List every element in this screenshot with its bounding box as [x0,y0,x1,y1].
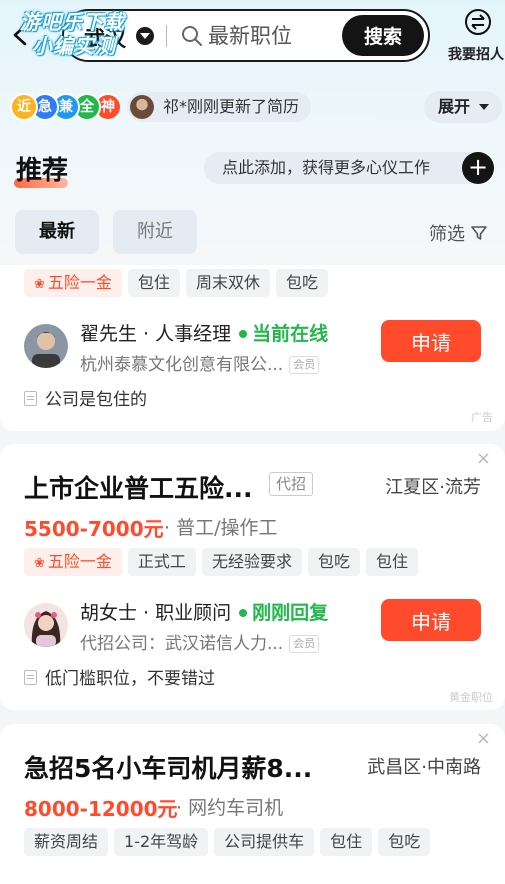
job-tag: 包吃 [275,269,328,297]
recruiter-name: 翟先生 · 人事经理 [80,323,232,345]
gold-job-label: 黄金职位 [449,691,493,704]
job-tag: 正式工 [127,548,196,576]
job-tag: 包住 [127,269,180,297]
company-info: 杭州泰慕文化创意有限公... 会员 [80,350,320,375]
job-salary: 5500-7000元 [24,517,164,541]
expand-button[interactable]: 展开 [424,91,502,123]
watermark-line-1: 游吧乐下载 [20,10,125,34]
company-info: 代招公司：武汉诺信人力... 会员 [80,629,320,654]
job-tag: 包吃 [307,548,360,576]
avatar [130,95,154,119]
search-divider [166,25,167,47]
ad-label: 广告 [471,411,493,424]
tab-nearby[interactable]: 附近 [113,210,197,254]
recruiter-info: 翟先生 · 人事经理 当前在线 [80,319,328,346]
resume-update-text: 祁*刚刚更新了简历 [163,97,300,116]
search-icon [182,26,202,46]
member-badge: 会员 [289,356,320,374]
job-category: · 普工/操作工 [164,517,278,539]
recruiter-avatar [24,324,68,368]
reply-status: 刚刚回复 [231,602,328,624]
watermark-line-2: 小编实测 [32,34,116,58]
job-tags: 五险一金包住周末双休包吃 [24,269,334,297]
job-note-text: 公司是包住的 [45,390,147,410]
job-card[interactable]: × 上市企业普工五险... 代招 江夏区·流芳 5500-7000元 · 普工/… [0,444,505,710]
job-tag: 包吃 [378,828,431,856]
job-category: · 网约车司机 [176,797,284,819]
filter-button[interactable]: 筛选 [429,220,465,246]
online-status: 当前在线 [231,323,328,345]
job-location: 武昌区·中南路 [367,757,481,778]
job-card[interactable]: 五险一金包住周末双休包吃 翟先生 · 人事经理当前在线 杭州泰慕文化创意有限公.… [0,265,505,431]
agency-tag: 代招 [269,472,314,496]
category-badges[interactable]: 近急兼全神 [10,93,122,121]
category-badge: 近 [10,93,38,121]
recruit-label: 我要招人 [448,47,504,63]
job-tag: 1-2年驾龄 [114,828,209,856]
company-name: 杭州泰慕文化创意有限公... [80,355,284,375]
note-icon [24,391,37,406]
search-button[interactable]: 搜索 [342,15,424,56]
job-tag: 周末双休 [185,269,270,297]
job-tags: 薪资周结 1-2年驾龄 公司提供车 包住 包吃 [24,828,436,856]
add-preference-pill[interactable]: 点此添加，获得更多心仪工作 + [204,152,494,184]
job-title: 上市企业普工五险... [24,474,253,503]
header: 武汉 搜索 游吧乐下载 小编实测 我要招人 [0,0,505,80]
recruiter-avatar [24,603,68,647]
note-icon [24,670,37,685]
apply-button[interactable]: 申请 [381,599,481,641]
job-title: 急招5名小车司机月薪8... [24,754,313,783]
apply-button[interactable]: 申请 [381,320,481,362]
job-tag: 薪资周结 [24,828,109,856]
watermark: 游吧乐下载 小编实测 [20,10,150,62]
job-card[interactable]: × 急招5名小车司机月薪8... 武昌区·中南路 8000-12000元 · 网… [0,724,505,884]
tab-latest[interactable]: 最新 [15,210,99,254]
add-preference-text: 点此添加，获得更多心仪工作 [222,158,431,177]
job-tag: 无经验要求 [201,548,302,576]
company-name: 代招公司：武汉诺信人力... [80,634,284,654]
recruiter-info: 胡女士 · 职业顾问 刚刚回复 [80,598,328,625]
job-note: 低门槛职位，不要错过 [24,664,215,689]
member-badge: 会员 [289,635,320,653]
job-note-text: 低门槛职位，不要错过 [45,669,215,689]
resume-update-pill[interactable]: 祁*刚刚更新了简历 [127,92,312,122]
benefit-tag: 五险一金 [24,548,122,576]
close-icon[interactable]: × [476,448,491,469]
plus-icon[interactable]: + [462,152,494,184]
job-tag: 包住 [320,828,373,856]
close-icon[interactable]: × [476,728,491,749]
search-input[interactable] [208,21,338,51]
recruiter-name: 胡女士 · 职业顾问 [80,602,232,624]
job-location: 江夏区·流芳 [385,477,481,498]
recruit-button[interactable]: 我要招人 [444,6,505,66]
filter-funnel-icon[interactable] [470,224,488,242]
job-tags: 五险一金正式工无经验要求包吃包住 [24,548,424,576]
job-tag: 包住 [365,548,418,576]
job-tag: 公司提供车 [214,828,315,856]
job-salary: 8000-12000元 [24,797,178,821]
yuan-exchange-icon [465,9,491,35]
benefit-tag: 五险一金 [24,269,122,297]
job-note: 公司是包住的 [24,385,147,410]
page-title: 推荐 [16,156,69,186]
